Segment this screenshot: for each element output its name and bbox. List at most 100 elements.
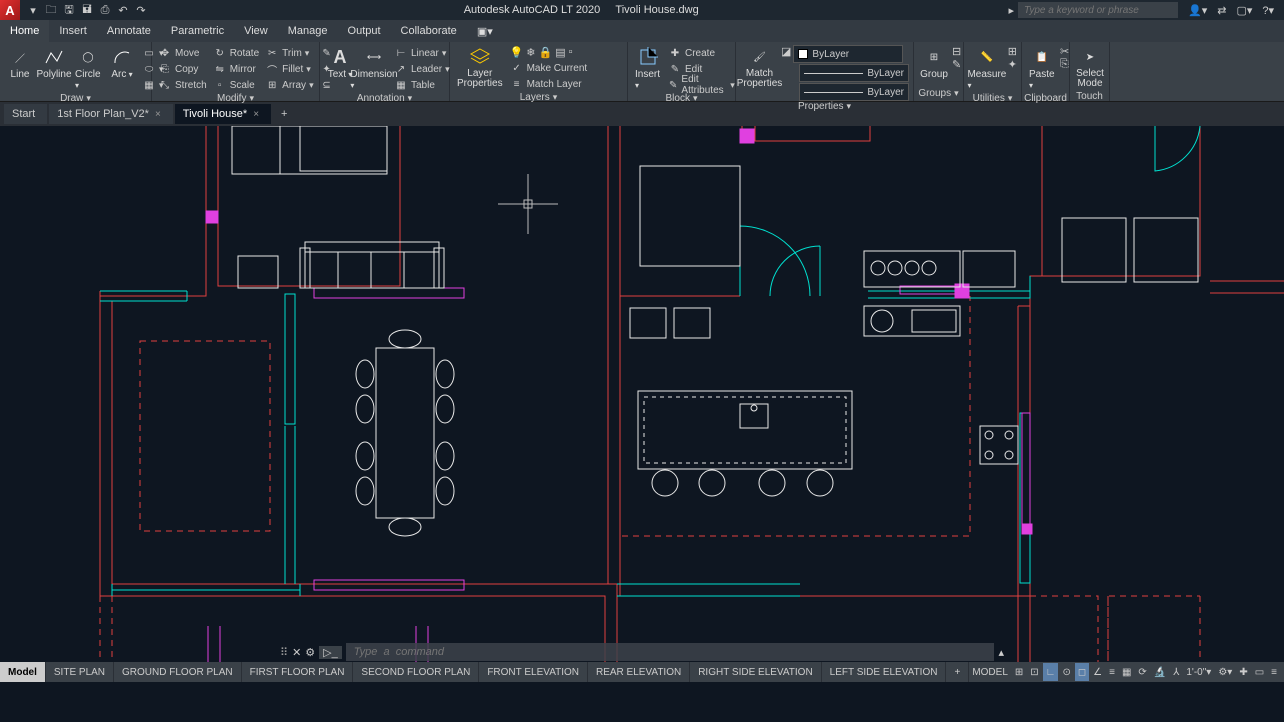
selectmode-button[interactable]: ➤Select Mode bbox=[1074, 45, 1106, 91]
drawing-canvas[interactable]: ⠿ ✕ ⚙ ▷_ ▴ Model SITE PLAN GROUND FLOOR … bbox=[0, 126, 1284, 682]
layout-ground[interactable]: GROUND FLOOR PLAN bbox=[114, 662, 242, 682]
status-cycling-icon[interactable]: ⟳ bbox=[1135, 663, 1149, 681]
polyline-button[interactable]: Polyline bbox=[38, 45, 70, 82]
status-annoscale2-icon[interactable]: ⅄ bbox=[1170, 663, 1182, 681]
lineweight-select[interactable]: ByLayer bbox=[799, 83, 909, 101]
status-customize-icon[interactable]: ≡ bbox=[1268, 663, 1280, 681]
menu-manage[interactable]: Manage bbox=[278, 20, 338, 42]
close-cmd-icon[interactable]: ✕ bbox=[292, 646, 301, 659]
rotate-button[interactable]: ↻Rotate bbox=[211, 45, 261, 61]
cut-icon[interactable]: ✂ bbox=[1060, 45, 1069, 58]
mirror-button[interactable]: ⇋Mirror bbox=[211, 61, 261, 77]
linetype-select[interactable]: ByLayer bbox=[799, 64, 909, 82]
share-icon[interactable]: ⇄ bbox=[1217, 4, 1226, 17]
stretch-button[interactable]: ⤡Stretch bbox=[156, 77, 209, 93]
status-workspace-icon[interactable]: ⚙▾ bbox=[1215, 663, 1235, 681]
layer-freeze-icon[interactable]: ❄ bbox=[526, 46, 535, 59]
layer-iso-icon[interactable]: ▤ bbox=[555, 46, 565, 59]
menu-apps[interactable]: ▣▾ bbox=[467, 20, 503, 42]
folder-icon[interactable]: 🗀 bbox=[44, 3, 58, 17]
group-button[interactable]: ⊞Group bbox=[918, 45, 950, 82]
menu-collaborate[interactable]: Collaborate bbox=[391, 20, 467, 42]
status-lwt-icon[interactable]: ≡ bbox=[1106, 663, 1118, 681]
close-icon[interactable]: × bbox=[253, 109, 259, 120]
linear-button[interactable]: ⊢Linear▾ bbox=[392, 45, 452, 61]
insert-button[interactable]: Insert bbox=[632, 45, 664, 93]
status-snap-icon[interactable]: ⊡ bbox=[1027, 663, 1041, 681]
recent-cmd-icon[interactable]: ▴ bbox=[998, 646, 1004, 659]
layout-siteplan[interactable]: SITE PLAN bbox=[46, 662, 114, 682]
layer-off-icon[interactable]: 💡 bbox=[510, 46, 524, 59]
fillet-button[interactable]: ⌒Fillet▾ bbox=[263, 61, 315, 77]
saveas-icon[interactable]: 🖬 bbox=[80, 3, 94, 17]
status-grid-icon[interactable]: ⊞ bbox=[1012, 663, 1026, 681]
cmd-handle-icon[interactable]: ⠿ bbox=[280, 646, 288, 659]
redo-icon[interactable]: ↷ bbox=[134, 3, 148, 17]
menu-home[interactable]: Home bbox=[0, 20, 49, 42]
menu-output[interactable]: Output bbox=[338, 20, 391, 42]
status-otrack-icon[interactable]: ∠ bbox=[1090, 663, 1105, 681]
close-icon[interactable]: × bbox=[155, 109, 161, 120]
layout-rear[interactable]: REAR ELEVATION bbox=[588, 662, 690, 682]
search-input[interactable] bbox=[1018, 2, 1178, 18]
signin-icon[interactable]: 👤▾ bbox=[1188, 4, 1207, 17]
status-annoscale-icon[interactable]: 🔬 bbox=[1151, 663, 1169, 681]
status-polar-icon[interactable]: ⊙ bbox=[1059, 663, 1073, 681]
customize-cmd-icon[interactable]: ⚙ bbox=[305, 646, 315, 659]
status-ortho-icon[interactable]: ∟ bbox=[1043, 663, 1059, 681]
menu-parametric[interactable]: Parametric bbox=[161, 20, 234, 42]
command-input[interactable] bbox=[346, 643, 995, 661]
copyclip-icon[interactable]: ⎘ bbox=[1060, 58, 1069, 71]
layer-color-icon[interactable]: ▫ bbox=[569, 46, 573, 59]
copy-button[interactable]: ⎘Copy bbox=[156, 61, 209, 77]
array-button[interactable]: ⊞Array▾ bbox=[263, 77, 315, 93]
groupedit-icon[interactable]: ✎ bbox=[952, 58, 961, 71]
move-button[interactable]: ✥Move bbox=[156, 45, 209, 61]
layer-lock-icon[interactable]: 🔒 bbox=[539, 46, 553, 59]
help-icon[interactable]: ?▾ bbox=[1262, 4, 1274, 17]
color-swatch-icon[interactable]: ◪ bbox=[781, 45, 791, 63]
plot-icon[interactable]: ⎙ bbox=[98, 3, 112, 17]
measure-button[interactable]: 📏Measure bbox=[968, 45, 1006, 93]
layout-add[interactable]: + bbox=[946, 662, 969, 682]
new-tab-button[interactable]: + bbox=[273, 104, 299, 124]
layout-left[interactable]: LEFT SIDE ELEVATION bbox=[822, 662, 947, 682]
status-transparency-icon[interactable]: ▦ bbox=[1119, 663, 1134, 681]
make-current-button[interactable]: ✓Make Current bbox=[508, 60, 590, 76]
scale-button[interactable]: ▫Scale bbox=[211, 77, 261, 93]
layout-front[interactable]: FRONT ELEVATION bbox=[479, 662, 588, 682]
status-osnap-icon[interactable]: ◻ bbox=[1075, 663, 1089, 681]
layout-model[interactable]: Model bbox=[0, 662, 46, 682]
layout-second[interactable]: SECOND FLOOR PLAN bbox=[353, 662, 479, 682]
color-select[interactable]: ByLayer bbox=[793, 45, 903, 63]
status-monitor-icon[interactable]: ✚ bbox=[1236, 663, 1250, 681]
help-dropdown-icon[interactable]: ▢▾ bbox=[1236, 4, 1252, 17]
status-scale[interactable]: 1'-0"▾ bbox=[1183, 663, 1214, 681]
line-button[interactable]: ／Line bbox=[4, 45, 36, 82]
menu-annotate[interactable]: Annotate bbox=[97, 20, 161, 42]
table-button[interactable]: ▦Table bbox=[392, 77, 452, 93]
trim-button[interactable]: ✂Trim▾ bbox=[263, 45, 315, 61]
calc-icon[interactable]: ⊞ bbox=[1008, 45, 1017, 58]
layout-right[interactable]: RIGHT SIDE ELEVATION bbox=[690, 662, 821, 682]
status-clean-icon[interactable]: ▭ bbox=[1252, 663, 1267, 681]
paste-button[interactable]: 📋Paste bbox=[1026, 45, 1058, 93]
layer-properties-button[interactable]: Layer Properties bbox=[454, 45, 506, 91]
point-icon[interactable]: ✦ bbox=[1008, 58, 1017, 71]
match-layer-button[interactable]: ≡Match Layer bbox=[508, 76, 590, 92]
new-icon[interactable]: ▾ bbox=[26, 3, 40, 17]
undo-icon[interactable]: ↶ bbox=[116, 3, 130, 17]
file-tab-2[interactable]: Tivoli House*× bbox=[175, 104, 271, 124]
leader-button[interactable]: ↗Leader▾ bbox=[392, 61, 452, 77]
ungroup-icon[interactable]: ⊟ bbox=[952, 45, 961, 58]
app-icon[interactable]: A bbox=[0, 0, 20, 20]
file-tab-start[interactable]: Start bbox=[4, 104, 47, 124]
create-button[interactable]: ✚Create bbox=[666, 45, 737, 61]
layout-first[interactable]: FIRST FLOOR PLAN bbox=[242, 662, 354, 682]
menu-insert[interactable]: Insert bbox=[49, 20, 97, 42]
match-properties-button[interactable]: 🖌Match Properties bbox=[740, 45, 779, 91]
circle-button[interactable]: ◯Circle bbox=[72, 45, 104, 93]
menu-view[interactable]: View bbox=[234, 20, 278, 42]
dimension-button[interactable]: ⟷Dimension bbox=[358, 45, 390, 93]
editattr-button[interactable]: ✎Edit Attributes▾ bbox=[666, 77, 737, 93]
